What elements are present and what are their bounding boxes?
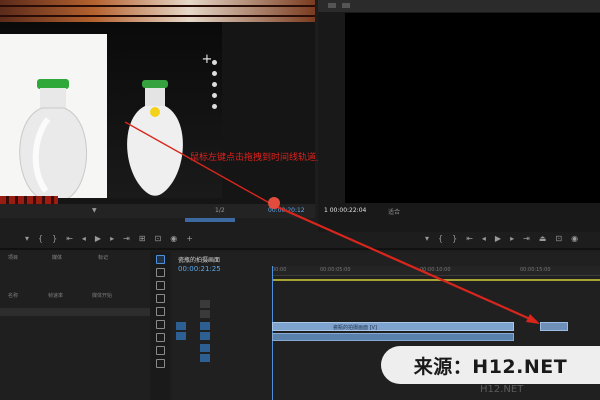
vase-right-image	[127, 80, 183, 196]
vase-left-image	[19, 79, 88, 198]
track-target-a2[interactable]	[200, 344, 210, 352]
track-target-a3[interactable]	[200, 354, 210, 362]
fit-select[interactable]: 适合	[388, 207, 400, 216]
time-ruler[interactable]: 00:00 00:00:05:00 00:00:10:00 00:00:15:0…	[272, 266, 600, 276]
zoom-tool-icon[interactable]	[155, 359, 165, 368]
toolbar-dot-icon[interactable]	[211, 60, 217, 65]
play-icon[interactable]: ▶	[495, 235, 501, 243]
toolbar-dot-icon[interactable]	[211, 82, 217, 87]
ruler-label: 00:00:10:00	[420, 267, 451, 273]
source-controls-row: ▼ 1/2 00:00:20:12	[0, 204, 315, 218]
source-timecode[interactable]: 00:00:20:12	[268, 207, 305, 214]
annotation-text: 鼠标左键点击拖拽到时间线轨道上	[190, 153, 326, 163]
tab-markers[interactable]: 标记	[98, 254, 108, 261]
dragged-clip[interactable]	[540, 322, 568, 331]
go-to-in-icon[interactable]: ⇤	[66, 235, 73, 243]
toolbar-dot-icon[interactable]	[211, 104, 217, 109]
red-timeline-marker	[0, 196, 58, 204]
insert-icon[interactable]: ⊞	[139, 235, 146, 243]
panel-title-stripe	[0, 0, 315, 22]
program-controls-row: 1 00:00:22:04 适合	[318, 204, 600, 216]
audio-clip[interactable]	[272, 333, 514, 341]
source-monitor-panel: + 鼠标左键点击拖拽到时间线轨道上 ▼ 1/2 00:00:20:12	[0, 0, 325, 218]
tab-media[interactable]: 媒体	[52, 254, 62, 261]
watermark-faint: H12.NET	[480, 384, 524, 395]
mark-in-icon[interactable]: ▾	[25, 235, 29, 243]
mark-out-bracket-icon[interactable]: }	[52, 235, 57, 243]
product-photo-card	[0, 34, 107, 198]
toolbar-dot-icon[interactable]	[211, 93, 217, 98]
source-patch-v1[interactable]	[176, 322, 186, 330]
project-item-row[interactable]	[0, 308, 150, 316]
tab-project[interactable]: 项目	[8, 254, 18, 261]
program-header	[318, 0, 600, 12]
extract-icon[interactable]: ⊡	[555, 235, 562, 243]
column-frame-rate[interactable]: 帧速率	[48, 292, 63, 299]
ruler-label: 00:00:15:00	[520, 267, 551, 273]
go-to-out-icon[interactable]: ⇥	[123, 235, 130, 243]
sequence-tab[interactable]: 瓷瓶的拍摄画面	[178, 255, 220, 264]
timeline-timecode[interactable]: 00:00:21:25	[178, 265, 221, 273]
watermark-text: 来源：H12.NET	[413, 355, 568, 378]
zoom-select[interactable]: 1/2	[215, 207, 225, 214]
mark-in-bracket-icon[interactable]: {	[38, 235, 43, 243]
track-toggle[interactable]	[200, 310, 210, 318]
program-transport-controls: ▾ { } ⇤ ◂ ▶ ▸ ⇥ ⏏ ⊡ ◉	[425, 232, 578, 246]
watermark-badge: 来源：H12.NET	[381, 346, 600, 384]
step-back-icon[interactable]: ◂	[82, 235, 86, 243]
play-icon[interactable]: ▶	[95, 235, 101, 243]
track-toggle[interactable]	[200, 300, 210, 308]
column-name[interactable]: 名称	[8, 292, 18, 299]
razor-tool-icon[interactable]	[155, 294, 165, 303]
monitor-side-toolbar	[207, 54, 221, 198]
source-patch-a1[interactable]	[176, 332, 186, 340]
clip-label: 瓷瓶的拍摄画面 [V]	[333, 325, 377, 331]
track-headers	[172, 300, 272, 370]
mark-out-bracket-icon[interactable]: }	[452, 235, 457, 243]
track-target-a1[interactable]	[200, 332, 210, 340]
tools-panel	[150, 252, 170, 400]
work-area-bar[interactable]	[272, 279, 600, 281]
program-screen[interactable]	[345, 13, 600, 203]
hand-tool-icon[interactable]	[155, 333, 165, 342]
source-transport-controls: ▾ { } ⇤ ◂ ▶ ▸ ⇥ ⊞ ⊡ ◉ +	[25, 232, 193, 246]
track-select-tool-icon[interactable]	[155, 268, 165, 277]
mark-in-bracket-icon[interactable]: {	[438, 235, 443, 243]
ripple-edit-tool-icon[interactable]	[155, 281, 165, 290]
step-forward-icon[interactable]: ▸	[110, 235, 114, 243]
mark-in-icon[interactable]: ▾	[425, 235, 429, 243]
go-to-out-icon[interactable]: ⇥	[523, 235, 530, 243]
step-back-icon[interactable]: ◂	[482, 235, 486, 243]
program-timecode[interactable]: 1 00:00:22:04	[324, 207, 366, 214]
pen-tool-icon[interactable]	[155, 320, 165, 329]
ruler-label: 00:00	[272, 267, 287, 273]
overwrite-icon[interactable]: ⊡	[155, 235, 162, 243]
toolbar-dot-icon[interactable]	[211, 71, 217, 76]
step-forward-icon[interactable]: ▸	[510, 235, 514, 243]
video-clip[interactable]: 瓷瓶的拍摄画面 [V]	[272, 322, 514, 331]
type-tool-icon[interactable]	[155, 346, 165, 355]
lift-icon[interactable]: ⏏	[539, 235, 547, 243]
track-target-v1[interactable]	[200, 322, 210, 330]
program-monitor-panel: 1 00:00:22:04 适合	[318, 0, 600, 232]
source-preview[interactable]: +	[0, 22, 222, 198]
ruler-label: 00:00:05:00	[320, 267, 351, 273]
export-frame-icon[interactable]: ◉	[571, 235, 578, 243]
more-icon[interactable]: +	[186, 235, 193, 243]
marker-icon[interactable]: ▼	[92, 207, 97, 214]
selection-tool-icon[interactable]	[155, 255, 165, 264]
export-frame-icon[interactable]: ◉	[170, 235, 177, 243]
source-playhead-bar[interactable]	[185, 218, 235, 222]
go-to-in-icon[interactable]: ⇤	[466, 235, 473, 243]
column-media-start[interactable]: 媒体开始	[92, 292, 112, 299]
slip-tool-icon[interactable]	[155, 307, 165, 316]
project-panel: 项目 媒体 标记 名称 帧速率 媒体开始	[0, 250, 150, 400]
